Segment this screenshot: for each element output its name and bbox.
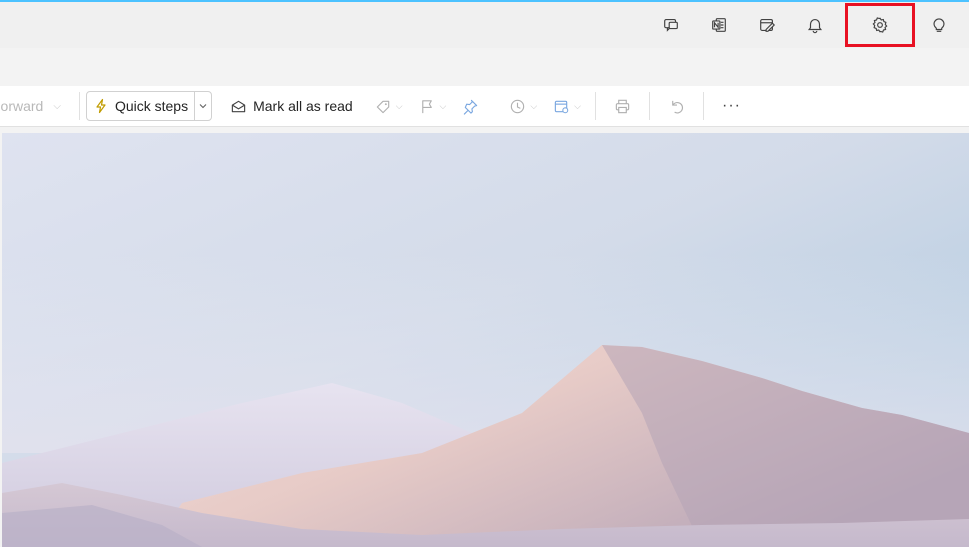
- command-toolbar: Forward ⌵ Quick steps Mark all as r: [0, 86, 969, 127]
- flag-button[interactable]: ⌵: [411, 91, 455, 121]
- more-options-button[interactable]: ···: [708, 97, 755, 115]
- envelope-open-icon: [231, 100, 246, 112]
- printer-icon: [615, 99, 630, 113]
- mark-all-read-button[interactable]: Mark all as read: [222, 91, 361, 121]
- chevron-down-icon: ⌵: [439, 100, 447, 111]
- chevron-down-icon: ⌵: [574, 100, 581, 111]
- chevron-down-icon: [199, 104, 207, 109]
- toolbar-divider: [595, 92, 596, 120]
- chevron-down-icon[interactable]: ⌵: [53, 101, 61, 112]
- outlook-window: Forward ⌵ Quick steps Mark all as r: [0, 0, 969, 547]
- quick-steps-dropdown[interactable]: [194, 92, 211, 120]
- title-actions: [647, 2, 957, 48]
- quick-steps-label: Quick steps: [114, 98, 189, 114]
- flag-icon: [421, 99, 432, 113]
- categorize-button[interactable]: ⌵: [367, 91, 411, 121]
- forward-button[interactable]: Forward ⌵: [0, 98, 67, 114]
- pin-icon: [464, 99, 478, 115]
- onenote-icon[interactable]: [695, 2, 743, 48]
- tag-icon: [376, 100, 389, 113]
- bell-icon[interactable]: [791, 2, 839, 48]
- calendar-rule-icon: [554, 100, 569, 113]
- mark-all-read-label: Mark all as read: [253, 98, 353, 114]
- forward-label: Forward: [0, 98, 44, 114]
- clock-icon: [511, 99, 525, 113]
- gear-icon[interactable]: [845, 3, 915, 47]
- undo-icon: [672, 100, 684, 113]
- rules-button[interactable]: ⌵: [545, 91, 589, 121]
- feedback-icon[interactable]: [647, 2, 695, 48]
- chevron-down-icon: ⌵: [530, 100, 538, 111]
- pin-button[interactable]: [454, 91, 487, 121]
- lightning-icon: [96, 98, 106, 114]
- print-button[interactable]: [600, 91, 645, 121]
- chevron-down-icon: ⌵: [395, 100, 403, 111]
- snooze-button[interactable]: ⌵: [501, 91, 545, 121]
- quick-steps-split-button: Quick steps: [85, 91, 213, 121]
- my-day-icon[interactable]: [743, 2, 791, 48]
- mountain-landscape-image: [2, 133, 969, 547]
- lightbulb-icon[interactable]: [921, 2, 957, 48]
- toolbar-divider: [649, 92, 650, 120]
- ribbon-tabs-area: [0, 48, 969, 86]
- toolbar-divider: [78, 92, 80, 120]
- quick-steps-button[interactable]: Quick steps: [87, 92, 194, 120]
- toolbar-divider: [703, 92, 704, 120]
- undo-button[interactable]: [654, 91, 699, 121]
- reading-pane-background: [2, 133, 969, 547]
